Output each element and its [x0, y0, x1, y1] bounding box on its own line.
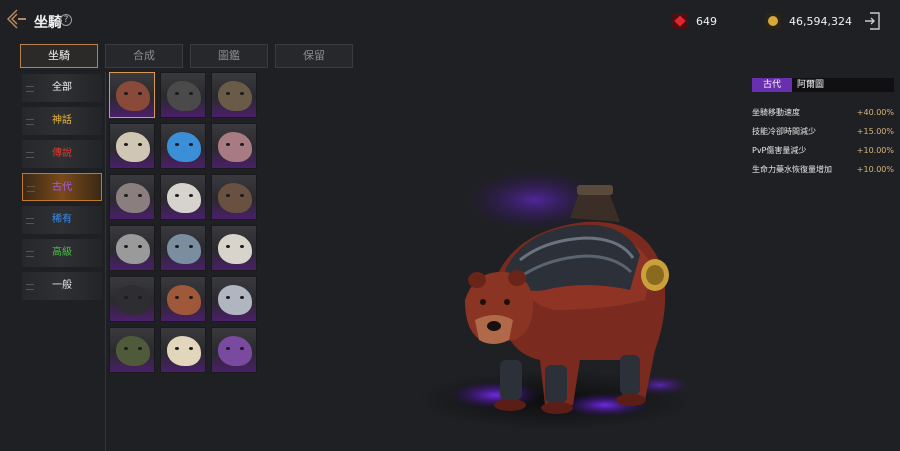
mount-info-panel: 古代 阿爾圖 坐騎移動速度 +40.00% 技能冷卻時間減少 +15.00% P… — [752, 78, 894, 179]
gem-currency: 649 — [672, 11, 717, 31]
stat-row: PvP傷害量減少 +10.00% — [752, 141, 894, 160]
green-dragon-icon — [116, 336, 150, 366]
pink-beast-icon — [218, 132, 252, 162]
cream-lion-icon — [167, 336, 201, 366]
tab-collection[interactable]: 圖鑑 — [190, 44, 268, 68]
black-bull-icon — [167, 81, 201, 111]
tab-reserved[interactable]: 保留 — [275, 44, 353, 68]
mount-slot[interactable] — [109, 327, 155, 373]
help-icon[interactable]: ? — [60, 14, 72, 26]
stat-label: 技能冷卻時間減少 — [752, 127, 816, 136]
page-title: 坐騎 — [34, 15, 62, 31]
white-tiger-icon — [167, 183, 201, 213]
mount-slot[interactable] — [211, 276, 257, 322]
tab-bar: 坐騎 合成 圖鑑 保留 — [20, 44, 360, 68]
mount-slot[interactable] — [160, 225, 206, 271]
mount-slot[interactable] — [211, 174, 257, 220]
stat-value: +10.00% — [856, 165, 894, 174]
stat-label: 坐騎移動速度 — [752, 108, 800, 117]
gold-count: 46,594,324 — [789, 14, 852, 28]
mount-name: 阿爾圖 — [792, 78, 894, 92]
red-bear-icon — [116, 81, 150, 111]
gold-currency: 46,594,324 — [765, 11, 852, 31]
mount-slot[interactable] — [160, 123, 206, 169]
mount-slot[interactable] — [211, 72, 257, 118]
filter-legendary[interactable]: 傳說 — [22, 140, 102, 168]
stat-row: 生命力藥水恢復量增加 +10.00% — [752, 160, 894, 179]
tab-mount[interactable]: 坐騎 — [20, 44, 98, 68]
back-icon[interactable] — [6, 8, 28, 30]
white-lion-icon — [116, 132, 150, 162]
gem-icon — [672, 13, 688, 29]
mount-slot[interactable] — [109, 123, 155, 169]
gem-count: 649 — [696, 14, 717, 28]
mount-slot[interactable] — [160, 327, 206, 373]
stat-row: 坐騎移動速度 +40.00% — [752, 103, 894, 122]
sidebar-divider — [105, 72, 106, 451]
spiked-beast-icon — [218, 183, 252, 213]
filter-advanced[interactable]: 高級 — [22, 239, 102, 267]
mount-preview-bear — [415, 170, 695, 430]
exit-icon[interactable] — [864, 12, 880, 30]
mount-slot[interactable] — [160, 72, 206, 118]
filter-mythic[interactable]: 神話 — [22, 107, 102, 135]
stat-label: PvP傷害量減少 — [752, 146, 807, 155]
filter-common[interactable]: 一般 — [22, 272, 102, 300]
mount-slot[interactable] — [109, 72, 155, 118]
blue-dragon-icon — [167, 132, 201, 162]
armored-tiger-icon — [167, 234, 201, 264]
stat-value: +10.00% — [856, 146, 894, 155]
mount-slot[interactable] — [109, 174, 155, 220]
filter-rare[interactable]: 稀有 — [22, 206, 102, 234]
mount-slot[interactable] — [109, 225, 155, 271]
filter-ancient[interactable]: 古代 — [22, 173, 102, 201]
mount-info-header: 古代 阿爾圖 — [752, 78, 894, 92]
mount-slot[interactable] — [211, 123, 257, 169]
top-bar: 坐騎 ? 649 46,594,324 — [0, 0, 900, 42]
mount-slot[interactable] — [109, 276, 155, 322]
ox-icon — [167, 285, 201, 315]
mount-slot[interactable] — [160, 174, 206, 220]
gold-icon — [765, 13, 781, 29]
grey-rhino-icon — [116, 234, 150, 264]
mount-slot[interactable] — [211, 327, 257, 373]
stat-value: +40.00% — [856, 108, 894, 117]
stat-label: 生命力藥水恢復量增加 — [752, 165, 832, 174]
grade-filter-list: 全部 神話 傳說 古代 稀有 高級 一般 — [22, 74, 102, 305]
stat-value: +15.00% — [856, 127, 894, 136]
rhino-icon — [116, 183, 150, 213]
boar-icon — [218, 81, 252, 111]
white-lion-2-icon — [218, 234, 252, 264]
dark-dragon-icon — [116, 285, 150, 315]
silver-dragon-icon — [218, 285, 252, 315]
mount-grid — [109, 72, 259, 373]
grade-tag: 古代 — [752, 78, 792, 92]
mount-slot[interactable] — [160, 276, 206, 322]
filter-all[interactable]: 全部 — [22, 74, 102, 102]
tab-synthesis[interactable]: 合成 — [105, 44, 183, 68]
stat-row: 技能冷卻時間減少 +15.00% — [752, 122, 894, 141]
purple-dragon-icon — [218, 336, 252, 366]
mount-slot[interactable] — [211, 225, 257, 271]
